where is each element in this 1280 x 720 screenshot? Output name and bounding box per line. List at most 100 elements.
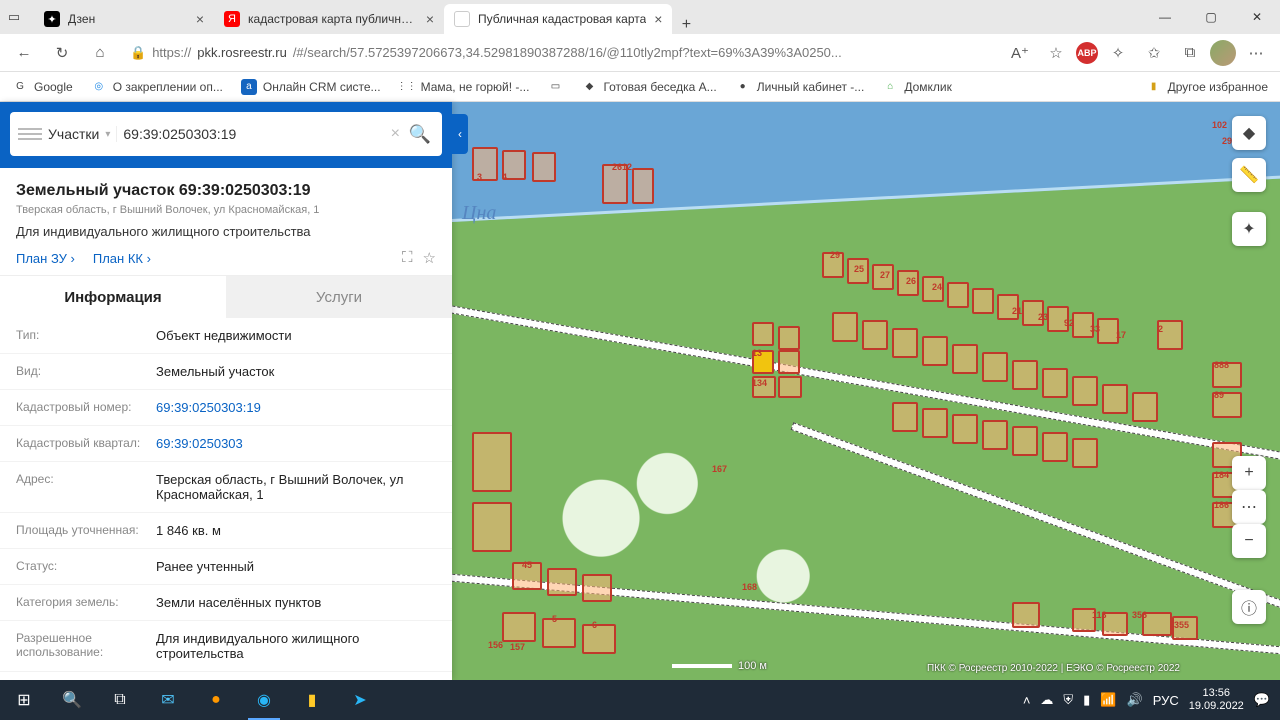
translate-icon[interactable]: ⛶	[402, 249, 413, 267]
plan-zu-link[interactable]: План ЗУ ›	[16, 251, 75, 266]
close-icon[interactable]: ×	[654, 11, 662, 27]
refresh-button[interactable]: ↻	[46, 37, 78, 69]
zoom-in-button[interactable]: +	[1232, 456, 1266, 490]
parcel-outline[interactable]	[892, 402, 918, 432]
other-bookmarks-button[interactable]: ▮Другое избранное	[1146, 79, 1268, 95]
favorite-icon[interactable]: ☆	[1040, 37, 1072, 69]
bookmark-item[interactable]: ◆Готовая беседка А...	[581, 79, 716, 95]
parcel-outline[interactable]	[752, 322, 774, 346]
profile-avatar[interactable]	[1210, 40, 1236, 66]
notifications-icon[interactable]: 💬	[1254, 692, 1270, 708]
locate-button[interactable]: ✦	[1232, 212, 1266, 246]
parcel-outline[interactable]	[982, 420, 1008, 450]
parcel-outline[interactable]	[952, 344, 978, 374]
language-indicator[interactable]: РУС	[1153, 693, 1179, 708]
clear-icon[interactable]: ×	[391, 125, 400, 143]
wifi-icon[interactable]: 📶	[1100, 692, 1116, 708]
parcel-outline[interactable]	[1012, 426, 1038, 456]
collections-icon[interactable]: ⧉	[1174, 37, 1206, 69]
new-tab-button[interactable]: +	[672, 16, 700, 34]
favorites-hub-icon[interactable]: ✩	[1138, 37, 1170, 69]
parcel-outline[interactable]	[922, 408, 948, 438]
start-button[interactable]: ⊞	[0, 680, 48, 720]
bookmark-item[interactable]: ⋮⋮Мама, не горюй! -...	[399, 79, 530, 95]
parcel-outline[interactable]	[532, 152, 556, 182]
browser-tab-active[interactable]: ◈ Публичная кадастровая карта ×	[444, 4, 672, 34]
menu-icon[interactable]	[18, 128, 42, 140]
battery-icon[interactable]: ▮	[1083, 692, 1090, 708]
star-icon[interactable]: ☆	[423, 249, 436, 267]
parcel-outline[interactable]	[547, 568, 577, 596]
parcel-outline[interactable]	[1072, 438, 1098, 468]
back-button[interactable]: ←	[8, 37, 40, 69]
parcel-outline[interactable]	[542, 618, 576, 648]
info-value[interactable]: 69:39:0250303:19	[156, 400, 436, 415]
parcel-outline[interactable]	[472, 147, 498, 181]
parcel-outline[interactable]	[472, 432, 512, 492]
close-window-button[interactable]: ✕	[1234, 0, 1280, 34]
task-view-icon[interactable]: ⧉	[96, 680, 144, 720]
parcel-outline[interactable]	[1102, 384, 1128, 414]
onedrive-icon[interactable]: ☁	[1040, 692, 1053, 708]
parcel-outline[interactable]	[862, 320, 888, 350]
tab-info[interactable]: Информация	[0, 276, 226, 318]
minimize-button[interactable]: —	[1142, 0, 1188, 34]
extensions-icon[interactable]: ✧	[1102, 37, 1134, 69]
parcel-outline[interactable]	[472, 502, 512, 552]
explorer-app-icon[interactable]: ▮	[288, 680, 336, 720]
parcel-outline[interactable]	[1072, 376, 1098, 406]
parcel-outline[interactable]	[1012, 602, 1040, 628]
measure-button[interactable]: 📏	[1232, 158, 1266, 192]
parcel-outline[interactable]	[778, 376, 802, 398]
parcel-outline[interactable]	[1012, 360, 1038, 390]
search-icon[interactable]: 🔍	[406, 124, 434, 145]
map-canvas[interactable]: Цна 102298261243291671684556156157113356…	[452, 102, 1280, 680]
parcel-outline[interactable]	[778, 350, 800, 374]
telegram-app-icon[interactable]: ➤	[336, 680, 384, 720]
edge-app-icon[interactable]: ◉	[240, 680, 288, 720]
parcel-outline[interactable]	[1132, 392, 1158, 422]
search-type-select[interactable]: Участки ▾	[48, 126, 117, 142]
parcel-outline[interactable]	[947, 282, 969, 308]
parcel-outline[interactable]	[972, 288, 994, 314]
bookmark-item[interactable]: ▭	[547, 79, 563, 95]
bookmark-item[interactable]: ◎О закреплении оп...	[91, 79, 223, 95]
tray-chevron-icon[interactable]: ˄	[1023, 693, 1031, 708]
plan-kk-link[interactable]: План КК ›	[93, 251, 151, 266]
bookmark-item[interactable]: aОнлайн CRM систе...	[241, 79, 381, 95]
parcel-outline[interactable]	[982, 352, 1008, 382]
parcel-outline[interactable]	[632, 168, 654, 204]
parcel-outline[interactable]	[922, 336, 948, 366]
zoom-out-button[interactable]: −	[1232, 524, 1266, 558]
mail-app-icon[interactable]: ✉	[144, 680, 192, 720]
bookmark-item[interactable]: GGoogle	[12, 79, 73, 95]
bookmark-item[interactable]: ●Личный кабинет -...	[735, 79, 865, 95]
parcel-outline[interactable]	[892, 328, 918, 358]
tab-actions-icon[interactable]: ▭	[0, 0, 28, 34]
info-button[interactable]: ⓘ	[1232, 590, 1266, 624]
search-taskbar-icon[interactable]: 🔍	[48, 680, 96, 720]
maximize-button[interactable]: ▢	[1188, 0, 1234, 34]
adblock-icon[interactable]: ABP	[1076, 42, 1098, 64]
collapse-panel-button[interactable]: ‹	[452, 114, 468, 154]
home-button[interactable]: ⌂	[84, 37, 116, 69]
close-icon[interactable]: ×	[426, 11, 434, 27]
zoom-reset-button[interactable]: ⋯	[1232, 490, 1266, 524]
parcel-outline[interactable]	[582, 574, 612, 602]
search-input[interactable]	[123, 126, 384, 142]
security-icon[interactable]: ⛨	[1063, 692, 1073, 708]
url-field[interactable]: 🔒 https://pkk.rosreestr.ru/#/search/57.5…	[122, 38, 998, 68]
parcel-outline[interactable]	[778, 326, 800, 350]
layers-button[interactable]: ◆	[1232, 116, 1266, 150]
parcel-outline[interactable]	[1042, 368, 1068, 398]
firefox-app-icon[interactable]: ●	[192, 680, 240, 720]
parcel-outline[interactable]	[832, 312, 858, 342]
tab-services[interactable]: Услуги	[226, 276, 452, 318]
read-aloud-icon[interactable]: A⁺	[1004, 37, 1036, 69]
clock[interactable]: 13:56 19.09.2022	[1189, 687, 1244, 713]
info-value[interactable]: 69:39:0250303	[156, 436, 436, 451]
more-icon[interactable]: ⋯	[1240, 37, 1272, 69]
volume-icon[interactable]: 🔊	[1127, 692, 1143, 708]
browser-tab[interactable]: ✦ Дзен ×	[34, 4, 214, 34]
parcel-outline[interactable]	[502, 612, 536, 642]
